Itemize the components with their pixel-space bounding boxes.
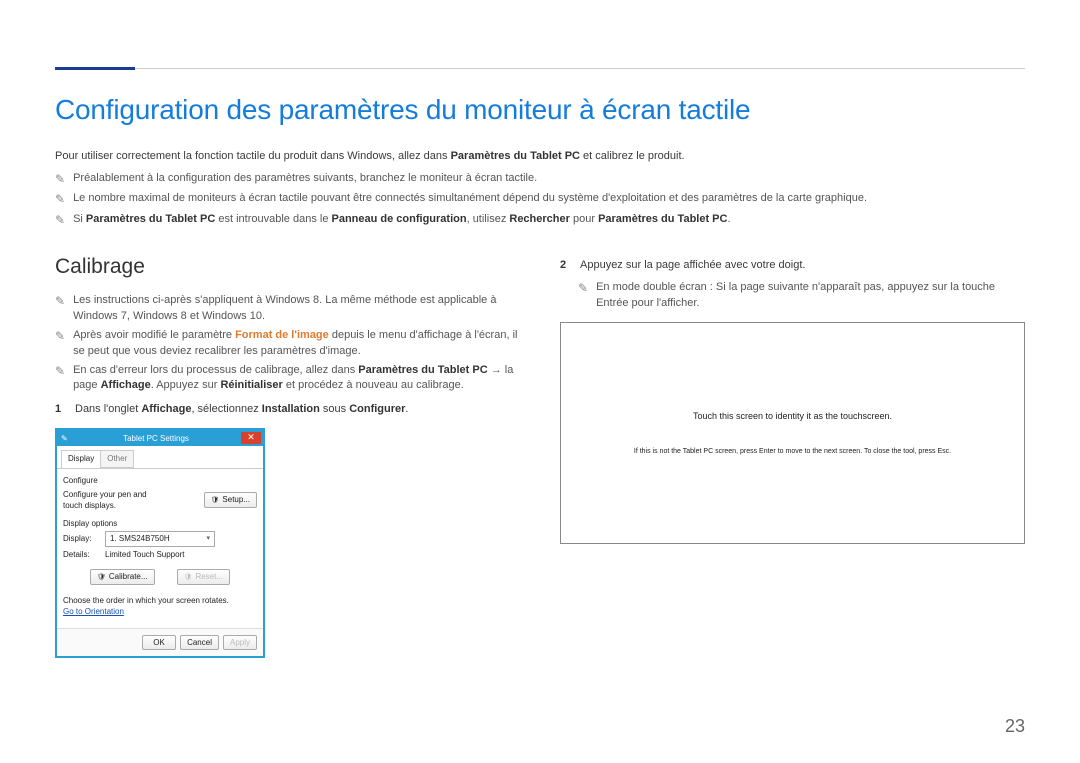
step-number: 2 — [560, 258, 572, 274]
pencil-icon — [55, 363, 65, 395]
note-text: Le nombre maximal de moniteurs à écran t… — [73, 191, 867, 209]
dialog-tabs: Display Other — [57, 446, 263, 469]
top-note-2: Le nombre maximal de moniteurs à écran t… — [55, 191, 1025, 209]
pencil-icon — [55, 212, 65, 230]
step-2: 2 Appuyez sur la page affichée avec votr… — [560, 258, 1025, 274]
calibration-line2: If this is not the Tablet PC screen, pre… — [634, 447, 951, 457]
step-body: Appuyez sur la page affichée avec votre … — [580, 258, 1025, 274]
configure-heading: Configure — [63, 475, 257, 487]
display-select[interactable]: 1. SMS24B750H — [105, 531, 215, 547]
pencil-icon — [55, 328, 65, 360]
note-text: En cas d'erreur lors du processus de cal… — [73, 363, 520, 395]
left-note-2: Après avoir modifié le paramètre Format … — [55, 328, 520, 360]
step-number: 1 — [55, 402, 67, 418]
calibrate-button[interactable]: Calibrate... — [90, 569, 155, 585]
details-value: Limited Touch Support — [105, 549, 184, 561]
calibrage-heading: Calibrage — [55, 252, 520, 282]
left-note-1: Les instructions ci-après s'appliquent à… — [55, 293, 520, 325]
calibration-screen: Touch this screen to identity it as the … — [560, 322, 1025, 544]
intro-paragraph: Pour utiliser correctement la fonction t… — [55, 149, 1025, 165]
calibration-line1: Touch this screen to identity it as the … — [693, 410, 892, 423]
note-text: Si Paramètres du Tablet PC est introuvab… — [73, 212, 730, 230]
cancel-button[interactable]: Cancel — [180, 635, 219, 651]
dialog-icon: ✎ — [61, 433, 71, 445]
configure-text: Configure your pen and touch displays. — [63, 489, 163, 512]
pencil-icon — [578, 280, 588, 312]
setup-button[interactable]: Setup... — [204, 492, 257, 508]
apply-button[interactable]: Apply — [223, 635, 257, 651]
header-accent — [55, 67, 135, 70]
note-text: Après avoir modifié le paramètre Format … — [73, 328, 520, 360]
intro-strong: Paramètres du Tablet PC — [451, 150, 580, 162]
display-options-heading: Display options — [63, 518, 257, 530]
tablet-pc-settings-dialog: ✎ Tablet PC Settings ✕ Display Other Con… — [55, 428, 265, 658]
header-rule — [55, 68, 1025, 69]
shield-icon — [184, 571, 193, 583]
left-column: Calibrage Les instructions ci-après s'ap… — [55, 252, 520, 658]
format-image-link: Format de l'image — [235, 329, 329, 341]
note-text: Les instructions ci-après s'appliquent à… — [73, 293, 520, 325]
pencil-icon — [55, 293, 65, 325]
tab-display[interactable]: Display — [61, 450, 101, 468]
display-label: Display: — [63, 533, 101, 545]
page-number: 23 — [1005, 713, 1025, 739]
intro-post: et calibrez le produit. — [580, 150, 685, 162]
details-label: Details: — [63, 549, 101, 561]
intro-pre: Pour utiliser correctement la fonction t… — [55, 150, 451, 162]
rotate-text: Choose the order in which your screen ro… — [63, 595, 257, 607]
dialog-title: Tablet PC Settings — [71, 433, 241, 445]
reset-button[interactable]: Reset... — [177, 569, 230, 585]
step-body: Dans l'onglet Affichage, sélectionnez In… — [75, 402, 520, 418]
right-column: 2 Appuyez sur la page affichée avec votr… — [560, 252, 1025, 658]
note-text: Préalablement à la configuration des par… — [73, 171, 537, 189]
pencil-icon — [55, 171, 65, 189]
shield-icon — [211, 494, 220, 506]
dialog-titlebar: ✎ Tablet PC Settings ✕ — [57, 430, 263, 446]
ok-button[interactable]: OK — [142, 635, 176, 651]
top-note-3: Si Paramètres du Tablet PC est introuvab… — [55, 212, 1025, 230]
page-title: Configuration des paramètres du moniteur… — [55, 90, 1025, 131]
right-note: En mode double écran : Si la page suivan… — [578, 280, 1025, 312]
orientation-link[interactable]: Go to Orientation — [63, 607, 124, 616]
left-note-3: En cas d'erreur lors du processus de cal… — [55, 363, 520, 395]
step-1: 1 Dans l'onglet Affichage, sélectionnez … — [55, 402, 520, 418]
tab-other[interactable]: Other — [100, 450, 134, 468]
note-text: En mode double écran : Si la page suivan… — [596, 280, 1025, 312]
close-icon[interactable]: ✕ — [241, 432, 261, 444]
pencil-icon — [55, 191, 65, 209]
shield-icon — [97, 571, 106, 583]
top-note-1: Préalablement à la configuration des par… — [55, 171, 1025, 189]
